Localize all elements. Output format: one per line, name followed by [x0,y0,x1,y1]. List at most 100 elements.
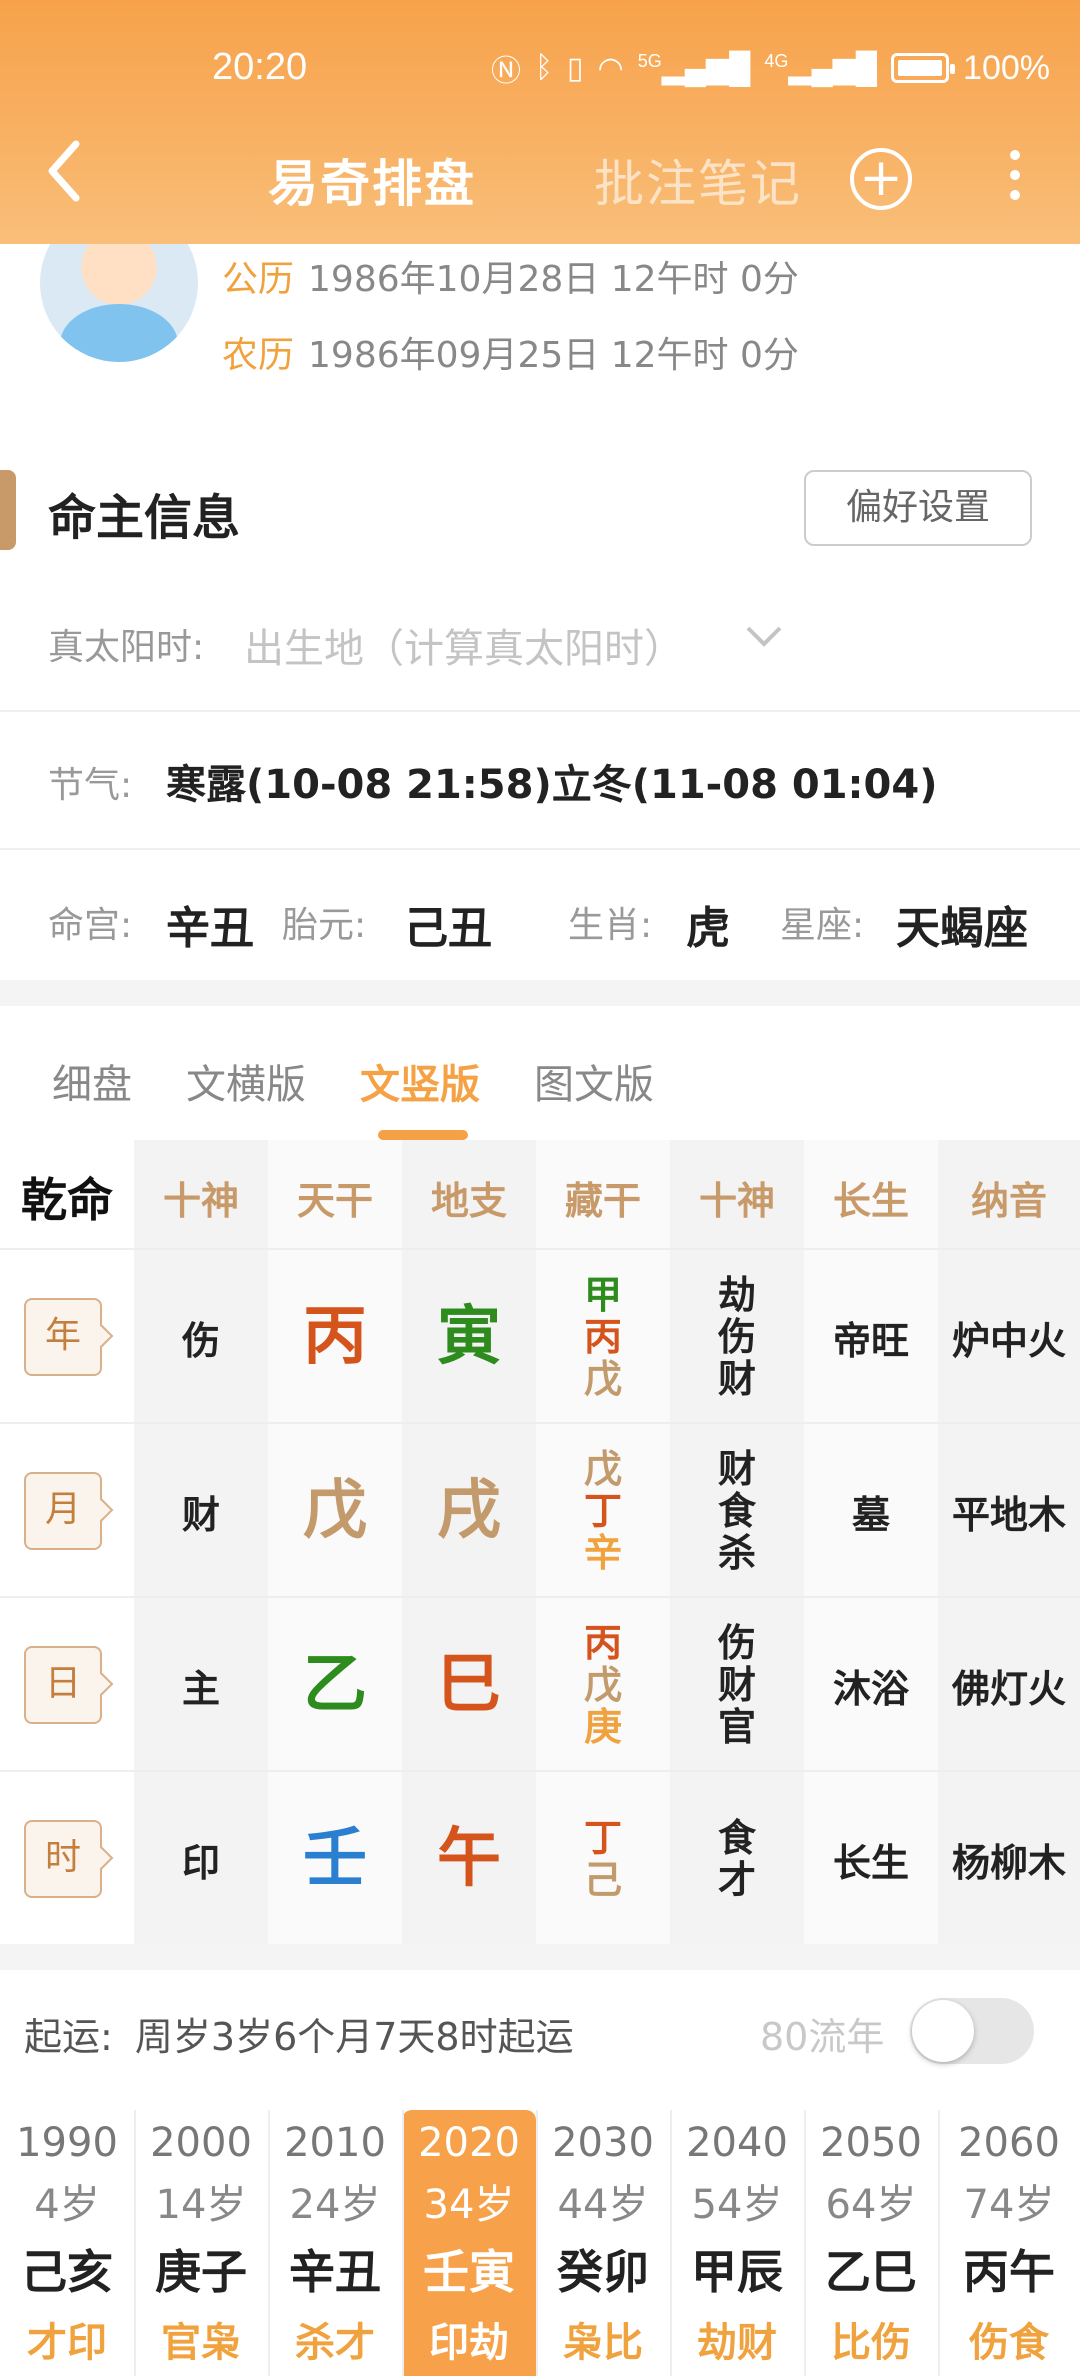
dayun-ganzhi: 甲辰 [691,2245,783,2299]
status-bar: 20:20 Ⓝ ᛒ ▯ ◠ 5G▂▄▆█ 4G▂▄▆█ 100% [0,40,1080,100]
lunar-date-row: 农历 1986年09月25日 12午时 0分 [222,326,799,378]
header-4: 藏干 [564,1179,641,1223]
dayun-item[interactable]: 2030 44岁 癸卯 枭比 [536,2110,670,2376]
shengxiao-value: 虎 [686,903,730,954]
pillar-label[interactable]: 时 [24,1820,102,1898]
corner-label: 乾命 [21,1173,113,1227]
section-accent-bar [0,470,16,550]
profile-card: 公历 1986年10月28日 12午时 0分 农历 1986年09月25日 12午时… [0,204,1080,440]
dayun-item[interactable]: 2050 64岁 乙巳 比伤 [804,2110,938,2376]
dayun-divider [268,2110,270,2376]
birthplace-selector[interactable]: 出生地（计算真太阳时） [244,616,684,674]
hidden-shishen-cell: 劫伤财 [670,1250,804,1424]
dayun-ganzhi: 壬寅 [423,2245,515,2299]
liunian80-toggle[interactable] [910,1998,1034,2064]
pillar-label[interactable]: 年 [24,1298,102,1376]
dayun-ganzhi: 辛丑 [289,2245,381,2299]
dayun-item[interactable]: 2060 74岁 丙午 伤食 [942,2110,1076,2376]
dayun-ganzhi: 庚子 [155,2245,247,2299]
changsheng-cell: 帝旺 [832,1318,909,1363]
more-vertical-icon[interactable] [1000,142,1030,218]
hidden-shishen-char: 财 [717,1447,756,1491]
hidden-shishen-char: 劫 [717,1273,756,1317]
lunar-label: 农历 [222,335,295,376]
chevron-left-icon[interactable] [44,136,104,216]
canggan-char: 庚 [583,1705,622,1749]
dizhi-cell: 午 [437,1822,501,1896]
minggong-value: 辛丑 [166,903,254,954]
header-6: 长生 [832,1179,909,1223]
canggan-char: 戊 [583,1447,622,1491]
dayun-divider [938,2110,940,2376]
dayun-item[interactable]: 2000 14岁 庚子 官枭 [134,2110,268,2376]
canggan-char: 丁 [583,1489,622,1533]
nfc-icon: Ⓝ [490,55,521,88]
tab-text-vertical[interactable]: 文竖版 [360,1052,480,1110]
dayun-item[interactable]: 2020 34岁 壬寅 印劫 [402,2110,536,2376]
canggan-cell: 丙戊庚 [536,1598,670,1772]
preference-settings-button[interactable]: 偏好设置 [804,470,1032,546]
status-time: 20:20 [212,46,308,88]
qiyun-label: 起运: [24,2015,113,2059]
tab-text-horizontal[interactable]: 文横版 [186,1052,306,1110]
tab-image-text[interactable]: 图文版 [534,1052,654,1110]
solar-label: 公历 [222,259,295,300]
minggong-label: 命宫: [48,905,133,946]
tab-detail[interactable]: 细盘 [52,1052,132,1110]
canggan-char: 丙 [583,1315,622,1359]
hidden-shishen-char: 官 [717,1705,756,1749]
tiangan-cell: 戊 [303,1474,367,1548]
tiangan-cell: 丙 [303,1300,367,1374]
dayun-shishen: 伤食 [969,2320,1049,2366]
shishen-cell: 财 [181,1492,220,1537]
dayun-section: 起运: 周岁3岁6个月7天8时起运 80流年 1990 4岁 己亥 才印 200… [0,1970,1080,2376]
dayun-age: 34岁 [423,2182,515,2228]
canggan-char: 甲 [583,1273,622,1317]
hidden-shishen-char: 财 [717,1357,756,1401]
dayun-shishen: 比伤 [831,2320,911,2366]
nav-bar: 易奇排盘 批注笔记 + [0,130,1080,230]
hidden-shishen-char: 才 [717,1858,756,1902]
5g-signal-icon: 5G▂▄▆█ [637,50,751,85]
header-7: 纳音 [970,1179,1047,1223]
hidden-shishen-char: 食 [717,1816,756,1860]
shishen-cell: 伤 [181,1318,220,1363]
battery-icon [891,53,956,83]
notes-button[interactable]: 批注笔记 [594,144,802,216]
dayun-age: 4岁 [34,2182,100,2228]
header: 20:20 Ⓝ ᛒ ▯ ◠ 5G▂▄▆█ 4G▂▄▆█ 100% 易奇排盘 批注… [0,0,1080,244]
dayun-shishen: 枭比 [563,2320,643,2366]
canggan-char: 戊 [583,1357,622,1401]
canggan-char: 辛 [583,1531,622,1575]
dayun-year: 2040 [686,2120,788,2166]
plus-circle-icon[interactable]: + [850,148,912,210]
qiyun-value: 周岁3岁6个月7天8时起运 [134,2015,574,2059]
changsheng-cell: 长生 [832,1840,909,1885]
nayin-cell: 平地木 [951,1492,1066,1537]
dayun-shishen: 劫财 [697,2320,777,2366]
header-1: 十神 [162,1179,239,1223]
dayun-item[interactable]: 2040 54岁 甲辰 劫财 [670,2110,804,2376]
hidden-shishen-char: 杀 [717,1531,756,1575]
chevron-down-icon[interactable] [744,624,784,654]
dayun-year: 2050 [820,2120,922,2166]
4g-label: 4G [764,50,789,71]
dayun-age: 14岁 [155,2182,247,2228]
changsheng-cell: 沐浴 [832,1666,909,1711]
dayun-ganzhi: 乙巳 [825,2245,917,2299]
dayun-item[interactable]: 1990 4岁 己亥 才印 [0,2110,134,2376]
dayun-age: 54岁 [691,2182,783,2228]
true-solar-label: 真太阳时: [48,627,205,668]
layout-tabs: 细盘 文横版 文竖版 图文版 [0,1006,1080,1140]
dayun-age: 24岁 [289,2182,381,2228]
dayun-shishen: 印劫 [429,2320,509,2366]
canggan-cell: 甲丙戊 [536,1250,670,1424]
pillar-label[interactable]: 日 [24,1646,102,1724]
vibrate-icon: ▯ [566,51,584,85]
dayun-item[interactable]: 2010 24岁 辛丑 杀才 [268,2110,402,2376]
dayun-year: 2020 [418,2120,520,2166]
tab-indicator [378,1130,468,1140]
hidden-shishen-char: 伤 [717,1315,756,1359]
pillar-label[interactable]: 月 [24,1472,102,1550]
dayun-shishen: 杀才 [295,2320,375,2366]
